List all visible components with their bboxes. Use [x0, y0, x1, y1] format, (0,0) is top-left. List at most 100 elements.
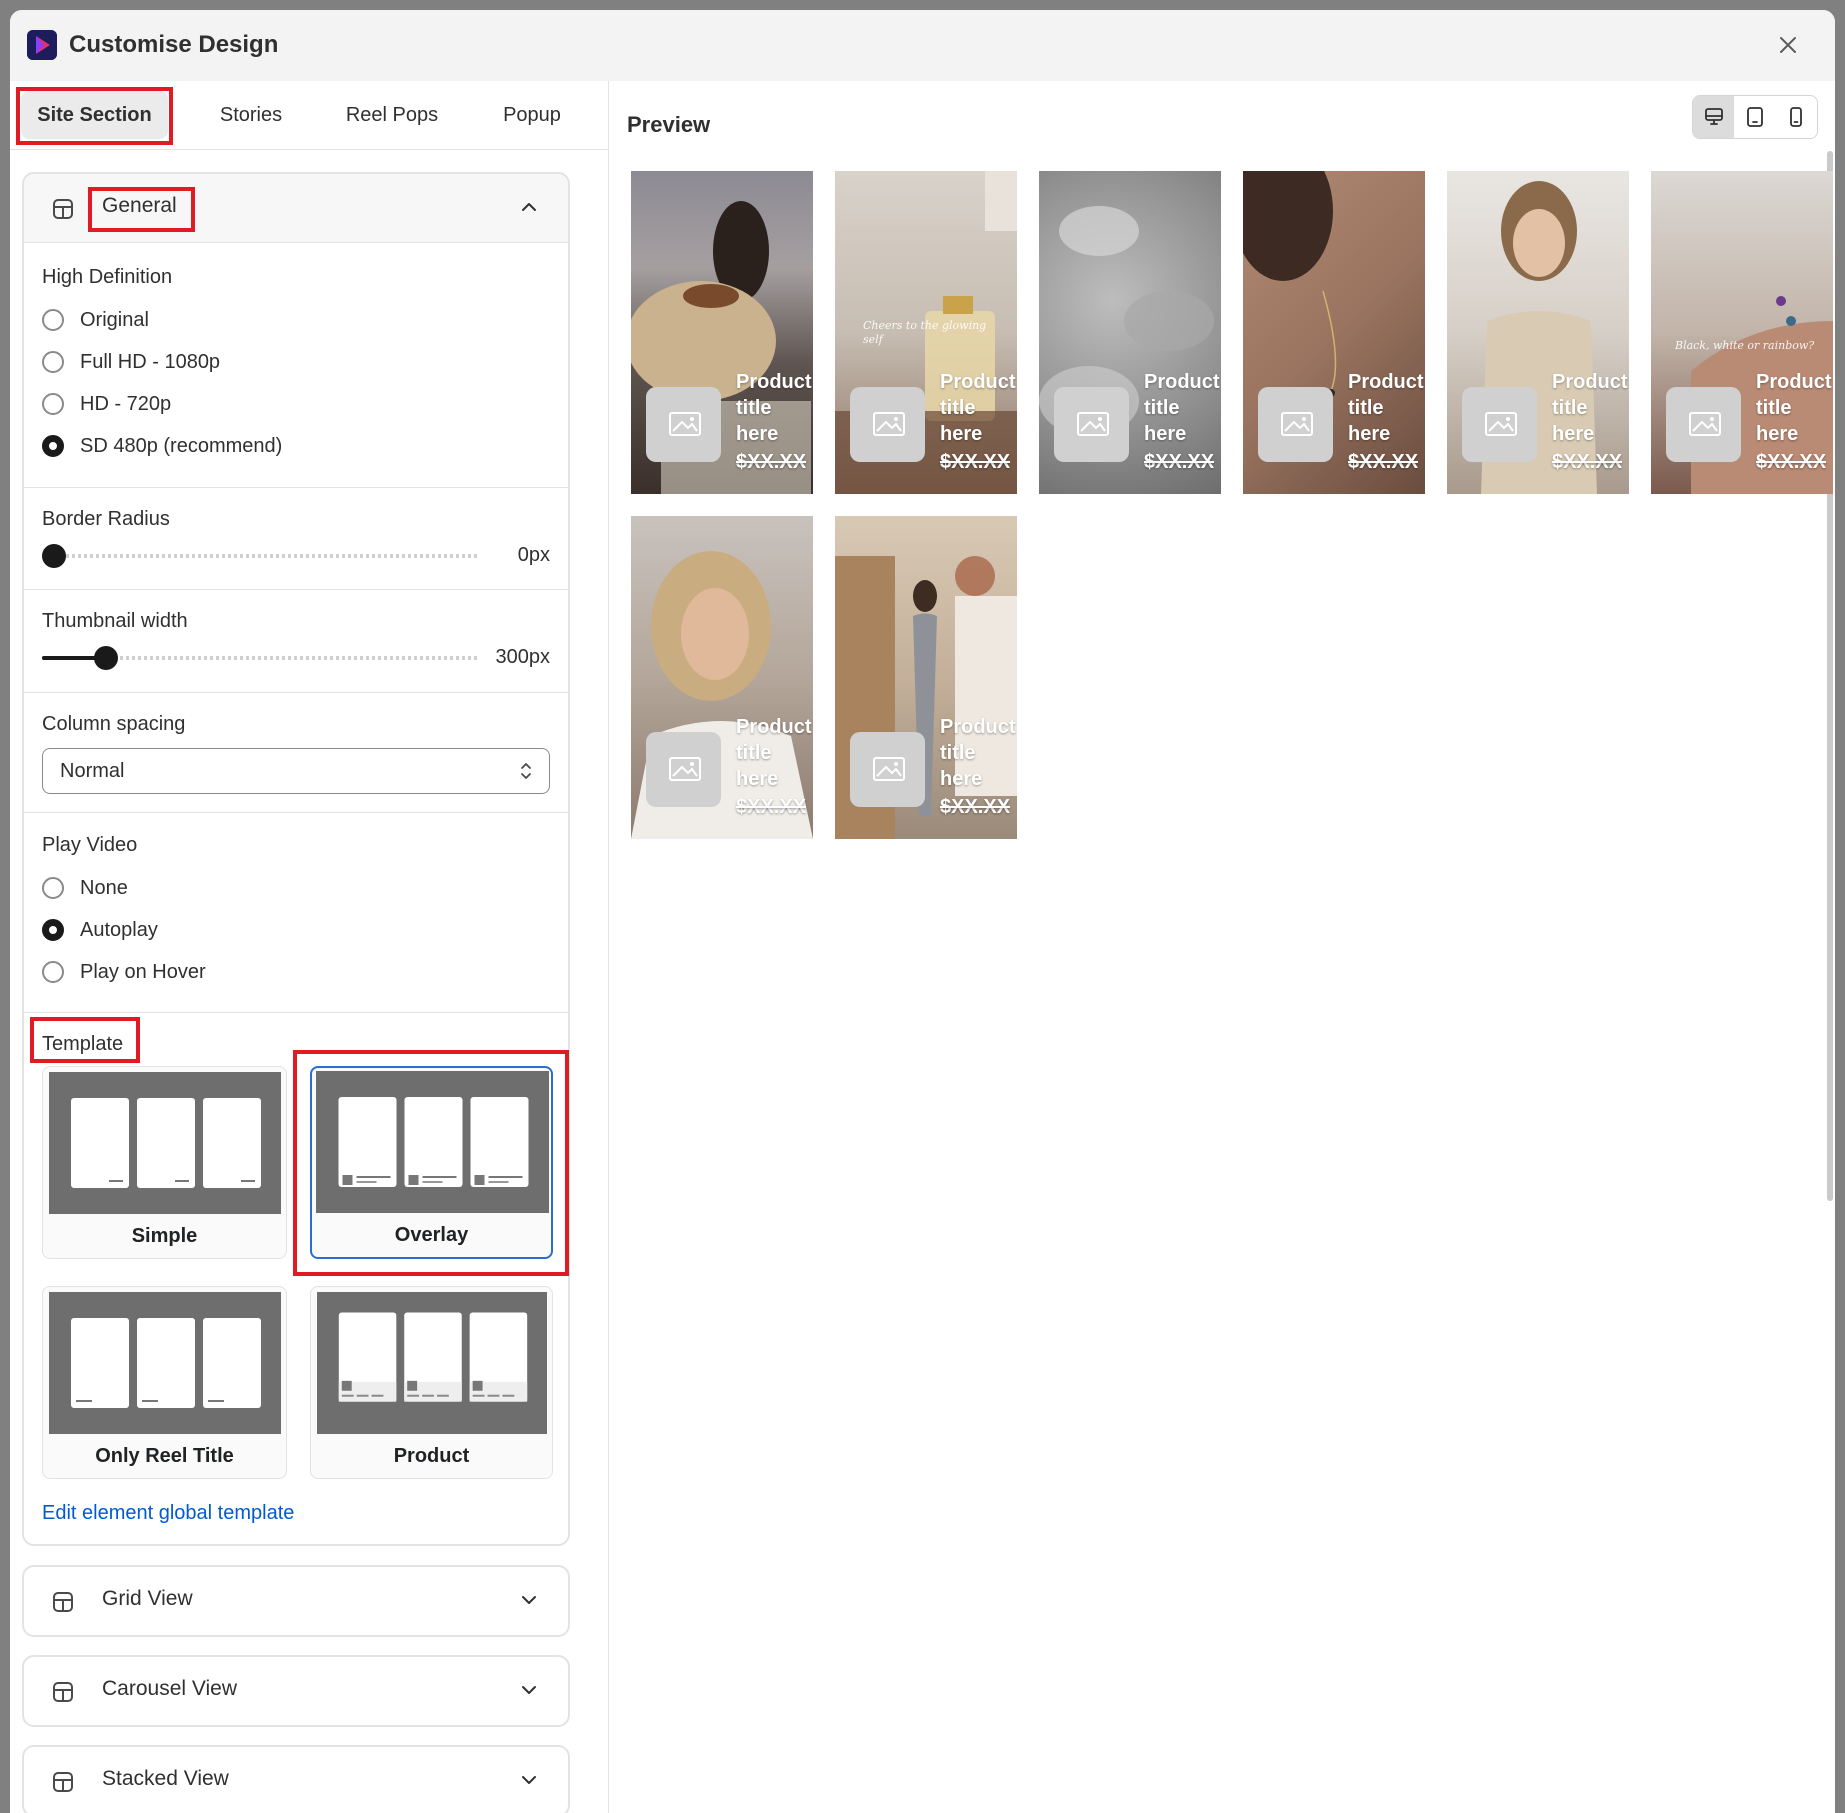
device-switcher	[1692, 95, 1818, 139]
radio-button[interactable]	[42, 877, 64, 899]
hd-option-full-hd[interactable]: Full HD - 1080p	[42, 346, 220, 378]
image-placeholder-icon	[1688, 411, 1721, 436]
product-title: Product title here	[940, 371, 1016, 445]
edit-global-template-link[interactable]: Edit element global template	[42, 1502, 294, 1525]
radio-button[interactable]	[42, 309, 64, 331]
template-simple-thumbnail	[49, 1072, 281, 1214]
slider-handle[interactable]	[42, 544, 66, 568]
carousel-view-header[interactable]: Carousel View	[24, 1657, 568, 1725]
template-simple[interactable]: Simple	[42, 1066, 287, 1259]
tab-stories[interactable]: Stories	[196, 91, 306, 139]
image-placeholder-icon	[668, 756, 701, 781]
radio-label: SD 480p (recommend)	[80, 434, 283, 457]
product-price: $XX.XX	[1552, 451, 1623, 473]
tab-reel-pops[interactable]: Reel Pops	[328, 91, 456, 139]
general-section-header[interactable]: General	[24, 174, 568, 243]
carousel-view-section[interactable]: Carousel View	[22, 1655, 570, 1727]
template-label: Overlay	[394, 1224, 469, 1246]
template-only-reel-title[interactable]: Only Reel Title	[42, 1286, 287, 1479]
customise-design-modal: Customise Design Site Section Stories Re…	[10, 10, 1835, 1813]
preview-title: Preview	[627, 112, 711, 137]
preview-reel-item[interactable]: Product title here $XX.XX	[1243, 171, 1425, 494]
stacked-view-section[interactable]: Stacked View	[22, 1745, 570, 1813]
column-spacing-select[interactable]: Normal	[42, 748, 550, 794]
radio-button[interactable]	[42, 393, 64, 415]
thumbnail-width-slider[interactable]	[42, 646, 478, 670]
radio-button-checked[interactable]	[42, 919, 64, 941]
preview-reel-item[interactable]: Product title here $XX.XX	[1039, 171, 1221, 494]
thumbnail-width-value: 300px	[495, 646, 551, 668]
preview-reel-item[interactable]: Product title here $XX.XX	[631, 516, 813, 839]
product-image-placeholder	[1258, 387, 1333, 462]
column-spacing-label: Column spacing	[42, 713, 186, 735]
desktop-icon	[1704, 108, 1723, 125]
template-label: Only Reel Title	[95, 1445, 234, 1467]
template-overlay[interactable]: Overlay	[310, 1066, 553, 1259]
product-title: Product title here	[940, 716, 1016, 790]
tab-popup[interactable]: Popup	[477, 91, 587, 139]
play-option-none[interactable]: None	[42, 872, 128, 904]
preview-panel: Preview Product title here $XX.XX Cheers…	[609, 81, 1835, 1813]
preview-reel-item[interactable]: Product title here $XX.XX	[835, 516, 1017, 839]
layout-icon	[53, 1682, 73, 1702]
tablet-view-button[interactable]	[1734, 96, 1775, 138]
template-product-thumbnail	[317, 1292, 547, 1434]
radio-label: Autoplay	[80, 918, 158, 941]
radio-button[interactable]	[42, 961, 64, 983]
mobile-view-button[interactable]	[1775, 96, 1816, 138]
product-price: $XX.XX	[1756, 451, 1827, 473]
slider-handle[interactable]	[94, 646, 118, 670]
hd-option-hd[interactable]: HD - 720p	[42, 388, 171, 420]
preview-reel-item[interactable]: Product title here $XX.XX	[631, 171, 813, 494]
radio-button[interactable]	[42, 351, 64, 373]
thumbnail-width-label: Thumbnail width	[42, 610, 188, 632]
product-title: Product title here	[736, 716, 812, 790]
close-button[interactable]	[1771, 28, 1805, 62]
close-icon	[1780, 37, 1796, 53]
hd-option-original[interactable]: Original	[42, 304, 149, 336]
product-image-placeholder	[1462, 387, 1537, 462]
chevron-down-icon	[522, 1686, 536, 1694]
layout-icon	[53, 199, 73, 219]
hd-option-sd[interactable]: SD 480p (recommend)	[42, 430, 282, 462]
image-placeholder-icon	[1076, 411, 1109, 436]
tab-site-section[interactable]: Site Section	[21, 91, 168, 139]
radio-label: Original	[80, 308, 149, 331]
layout-icon	[53, 1772, 73, 1792]
product-price: $XX.XX	[1144, 451, 1215, 473]
radio-label: None	[80, 876, 128, 899]
grid-view-header[interactable]: Grid View	[24, 1567, 568, 1635]
product-title: Product title here	[1552, 371, 1628, 445]
select-arrows-icon	[521, 763, 531, 779]
product-image-placeholder	[1666, 387, 1741, 462]
carousel-view-title: Carousel View	[102, 1677, 238, 1700]
product-price: $XX.XX	[940, 451, 1011, 473]
product-price: $XX.XX	[1348, 451, 1419, 473]
divider	[24, 692, 568, 693]
stacked-view-header[interactable]: Stacked View	[24, 1747, 568, 1813]
preview-reel-item[interactable]: Black, white or rainbow? Product title her…	[1651, 171, 1833, 494]
chevron-down-icon	[522, 1596, 536, 1604]
mobile-icon	[1789, 107, 1802, 127]
product-image-placeholder	[646, 732, 721, 807]
template-label: Product	[393, 1445, 470, 1467]
border-radius-slider[interactable]	[42, 544, 478, 568]
play-option-autoplay[interactable]: Autoplay	[42, 914, 158, 946]
product-title: Product title here	[1756, 371, 1832, 445]
chevron-up-icon	[522, 203, 536, 211]
desktop-view-button[interactable]	[1693, 96, 1734, 138]
radio-label: HD - 720p	[80, 392, 172, 415]
app-title: Customise Design	[69, 31, 279, 58]
image-placeholder-icon	[872, 411, 905, 436]
general-section: General High Definition Original Full HD…	[22, 172, 570, 1546]
play-option-hover[interactable]: Play on Hover	[42, 956, 206, 988]
grid-view-section[interactable]: Grid View	[22, 1565, 570, 1637]
template-product[interactable]: Product	[310, 1286, 553, 1479]
product-image-placeholder	[646, 387, 721, 462]
preview-reel-item[interactable]: Cheers to the glowing self Product title h…	[835, 171, 1017, 494]
border-radius-value: 0px	[517, 544, 550, 566]
product-price: $XX.XX	[940, 796, 1011, 818]
preview-reel-item[interactable]: Product title here $XX.XX	[1447, 171, 1629, 494]
template-overlay-thumbnail	[316, 1071, 549, 1213]
radio-button-checked[interactable]	[42, 435, 64, 457]
